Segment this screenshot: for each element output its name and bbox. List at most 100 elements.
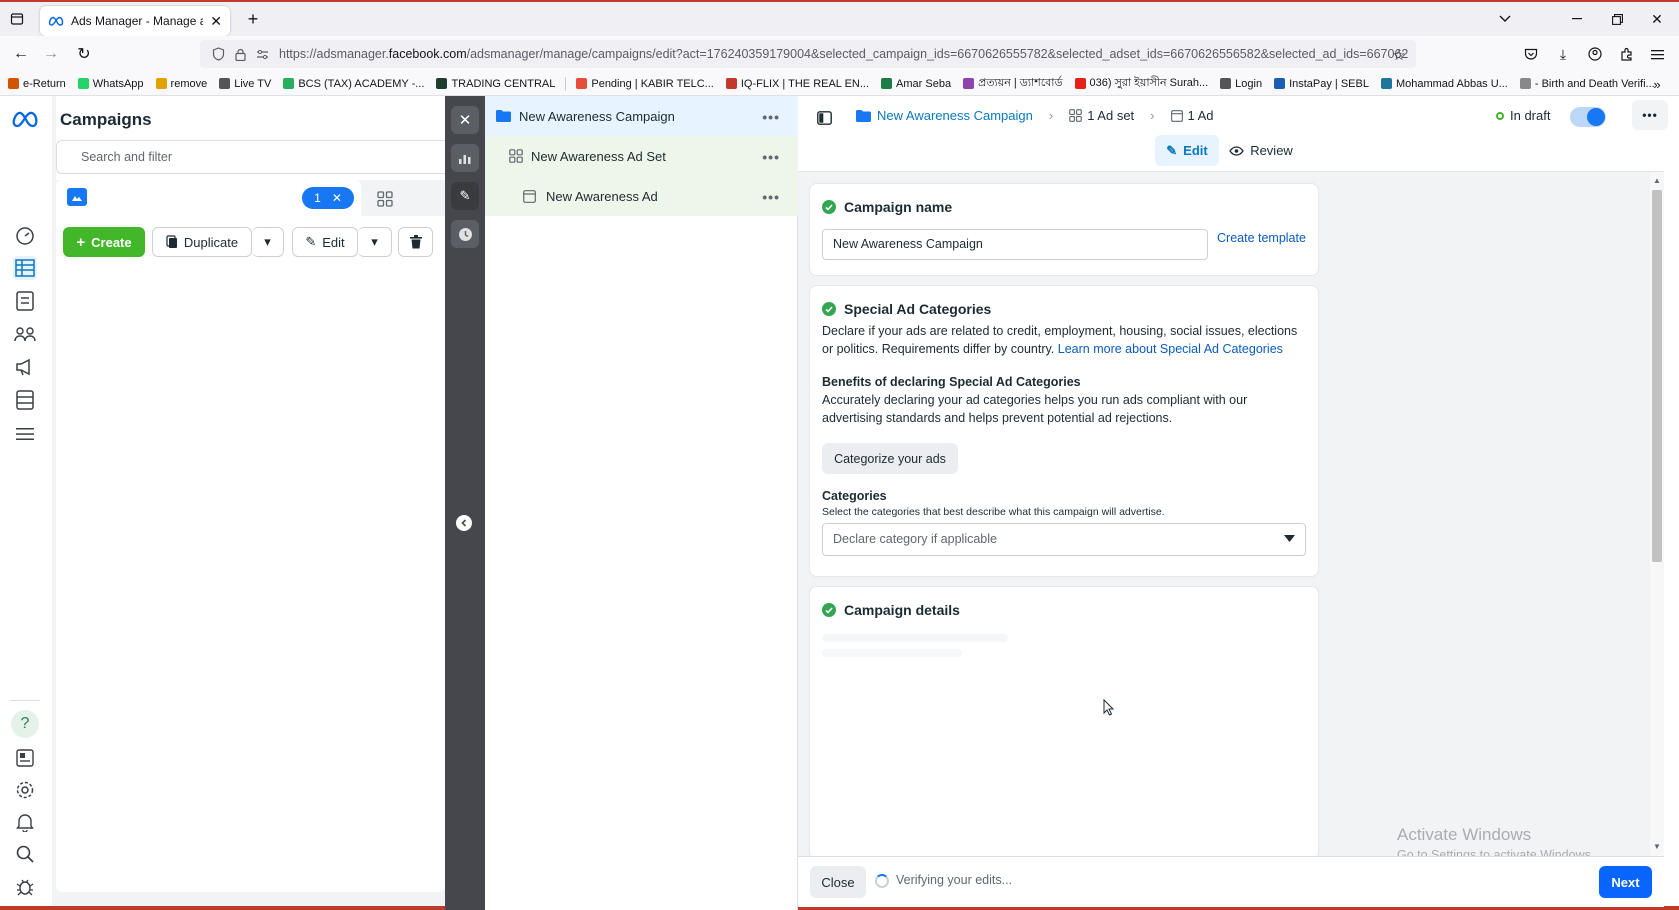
- review-mode-tab[interactable]: Review: [1227, 135, 1295, 166]
- editor-scrollbar[interactable]: ▲ ▼: [1650, 172, 1664, 856]
- create-template-link[interactable]: Create template: [1217, 231, 1306, 245]
- bookmark-item[interactable]: Live TV: [219, 78, 271, 90]
- back-icon[interactable]: ←: [10, 43, 32, 65]
- extensions-icon[interactable]: [1616, 43, 1638, 65]
- news-icon[interactable]: [13, 746, 37, 770]
- bookmark-favicon-icon: [436, 78, 448, 89]
- bookmark-star-icon[interactable]: ☆: [1388, 44, 1410, 66]
- next-button[interactable]: Next: [1599, 866, 1652, 898]
- reports-icon[interactable]: [13, 289, 37, 313]
- breadcrumb-campaign-label: New Awareness Campaign: [877, 108, 1033, 123]
- history-clock-icon[interactable]: [451, 220, 479, 248]
- bookmark-item[interactable]: remove: [155, 77, 208, 90]
- edit-label: Edit: [322, 234, 345, 250]
- help-icon[interactable]: ?: [11, 710, 39, 738]
- bookmark-item[interactable]: Pending | KABIR TELC...: [576, 78, 714, 90]
- delete-button[interactable]: [398, 227, 433, 257]
- edit-dropdown[interactable]: ▾: [358, 227, 392, 257]
- tab-close-icon[interactable]: ✕: [210, 13, 222, 30]
- settings-gear-icon[interactable]: [13, 778, 37, 802]
- duplicate-icon: [166, 235, 178, 249]
- bookmark-item[interactable]: BCS (TAX) ACADEMY -...: [283, 78, 424, 90]
- audiences-icon[interactable]: [13, 322, 37, 346]
- close-window-icon[interactable]: ✕: [1646, 8, 1668, 30]
- bookmark-item[interactable]: e-Return: [8, 78, 66, 90]
- billing-icon[interactable]: [13, 388, 37, 412]
- new-tab-icon[interactable]: +: [242, 8, 264, 30]
- duplicate-dropdown[interactable]: ▾: [252, 227, 284, 257]
- permissions-icon[interactable]: [256, 49, 269, 60]
- scroll-up-icon[interactable]: ▲: [1653, 176, 1661, 185]
- reload-icon[interactable]: ↻: [73, 43, 95, 65]
- more-options-icon[interactable]: •••: [762, 109, 780, 125]
- more-options-icon[interactable]: •••: [762, 149, 780, 165]
- all-tools-icon[interactable]: [13, 422, 37, 446]
- create-button[interactable]: + Create: [63, 227, 145, 257]
- ad-sets-grid-icon[interactable]: [376, 190, 394, 208]
- campaigns-panel: Campaigns Search and filter 1 ✕ + Create D…: [56, 96, 445, 892]
- list-all-tabs-icon[interactable]: [1494, 8, 1516, 30]
- campaigns-table-icon[interactable]: [13, 256, 37, 280]
- breadcrumb-ad[interactable]: 1 Ad: [1170, 108, 1214, 123]
- url-bar[interactable]: https://adsmanager.facebook.com/adsmanag…: [200, 40, 1416, 68]
- duplicate-button[interactable]: Duplicate: [152, 227, 252, 257]
- scroll-down-icon[interactable]: ▼: [1653, 842, 1661, 851]
- bug-report-icon[interactable]: [13, 874, 37, 898]
- more-options-icon[interactable]: •••: [762, 189, 780, 205]
- learn-more-link[interactable]: Learn more about Special Ad Categories: [1058, 342, 1283, 356]
- breadcrumb-adset-label: 1 Ad set: [1087, 108, 1135, 123]
- browser-tab-active[interactable]: Ads Manager - Manage ads - C ✕: [40, 6, 230, 36]
- edit-pencil-icon[interactable]: ✎: [451, 182, 479, 210]
- tab-list-icon[interactable]: [6, 8, 28, 30]
- lock-icon[interactable]: [235, 48, 246, 61]
- toggle-sidebar-icon[interactable]: [814, 108, 834, 128]
- category-select[interactable]: Declare category if applicable: [822, 523, 1306, 556]
- bookmark-item[interactable]: প্রত্যয়ন | ড্যাশবোর্ড: [963, 74, 1063, 93]
- search-icon[interactable]: [13, 842, 37, 866]
- clear-selection-icon[interactable]: ✕: [332, 191, 342, 205]
- meta-logo-icon[interactable]: [11, 110, 39, 134]
- bookmark-item[interactable]: TRADING CENTRAL: [436, 78, 555, 90]
- search-input[interactable]: Search and filter: [56, 140, 445, 174]
- scroll-thumb[interactable]: [1652, 190, 1662, 562]
- campaign-toggle[interactable]: [1570, 107, 1606, 127]
- breadcrumb-campaign[interactable]: New Awareness Campaign: [856, 108, 1033, 123]
- tracking-shield-icon[interactable]: [212, 47, 225, 61]
- more-actions-button[interactable]: •••: [1632, 100, 1668, 130]
- campaign-name-input[interactable]: New Awareness Campaign: [822, 229, 1208, 260]
- close-editor-icon[interactable]: ✕: [451, 106, 479, 134]
- collapse-chevron-icon[interactable]: [456, 515, 472, 531]
- bookmarks-overflow-icon[interactable]: »: [1648, 75, 1666, 93]
- account-icon[interactable]: [1584, 43, 1606, 65]
- tree-item-campaign[interactable]: New Awareness Campaign •••: [485, 96, 798, 136]
- bookmark-item[interactable]: 036) সুরা ইয়াসীন Surah...: [1074, 74, 1208, 93]
- notifications-bell-icon[interactable]: [13, 810, 37, 834]
- tree-item-adset[interactable]: New Awareness Ad Set •••: [485, 136, 798, 176]
- pocket-icon[interactable]: [1520, 43, 1542, 65]
- bookmark-favicon-icon: [219, 78, 231, 89]
- app-menu-icon[interactable]: [1646, 43, 1668, 65]
- selected-count-badge[interactable]: 1 ✕: [302, 187, 354, 209]
- close-button[interactable]: Close: [810, 866, 866, 898]
- categorize-ads-button[interactable]: Categorize your ads: [822, 443, 958, 474]
- account-overview-icon[interactable]: [13, 224, 37, 248]
- bookmark-item[interactable]: Mohammad Abbas U...: [1380, 78, 1508, 90]
- downloads-icon[interactable]: ⤓: [1552, 43, 1574, 65]
- tree-item-ad[interactable]: New Awareness Ad •••: [485, 176, 798, 216]
- breadcrumb-adset[interactable]: 1 Ad set: [1069, 108, 1134, 123]
- loading-spinner-icon: [875, 874, 889, 888]
- edit-button[interactable]: ✎ Edit: [292, 227, 358, 257]
- advertising-settings-icon[interactable]: [13, 355, 37, 379]
- bookmark-item[interactable]: WhatsApp: [77, 78, 144, 90]
- bookmark-item[interactable]: InstaPay | SEBL: [1274, 78, 1369, 90]
- edit-mode-tab[interactable]: ✎ Edit: [1155, 135, 1219, 166]
- forward-icon[interactable]: →: [40, 43, 62, 65]
- minimize-icon[interactable]: [1566, 8, 1588, 30]
- bookmark-item[interactable]: Login: [1220, 78, 1262, 90]
- bookmark-label: remove: [170, 77, 208, 90]
- restore-icon[interactable]: [1606, 8, 1628, 30]
- bookmark-item[interactable]: Amar Seba: [881, 78, 951, 90]
- bookmark-item[interactable]: IQ-FLIX | THE REAL EN...: [725, 78, 869, 90]
- bookmark-item[interactable]: - Birth and Death Verifi...: [1519, 78, 1655, 90]
- insights-chart-icon[interactable]: [451, 144, 479, 172]
